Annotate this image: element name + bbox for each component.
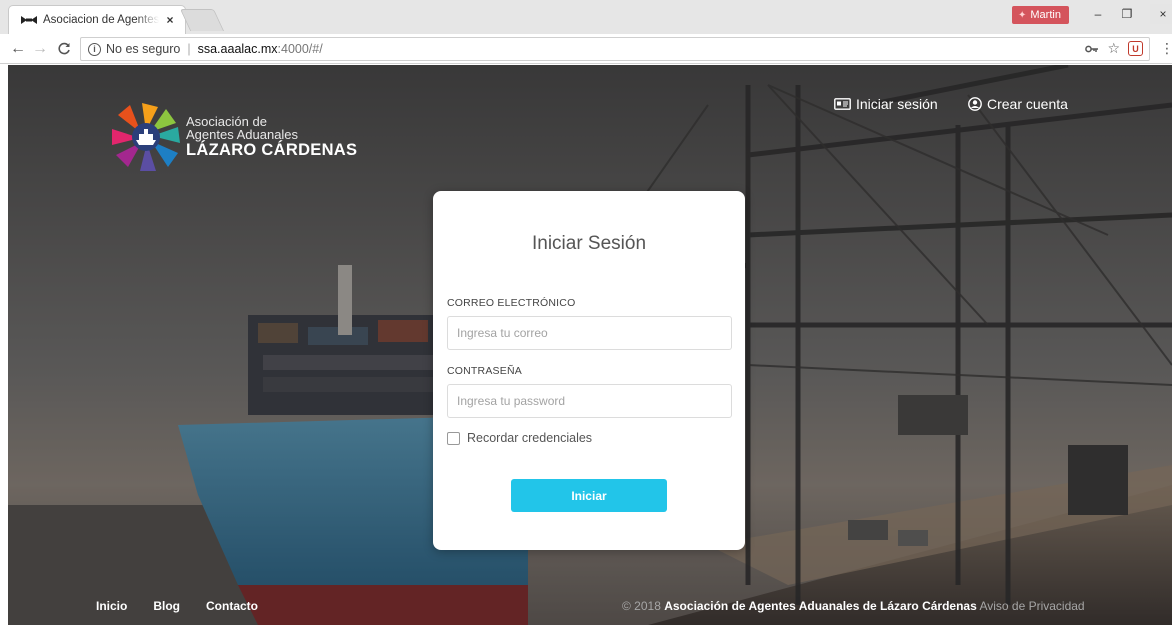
- back-button[interactable]: ←: [8, 39, 28, 59]
- login-title: Iniciar Sesión: [531, 233, 647, 254]
- logo-text: Asociación de Agentes Aduanales LÁZARO C…: [186, 115, 357, 160]
- login-submit-button[interactable]: Iniciar: [511, 479, 667, 512]
- profile-button[interactable]: ✦ Martin: [1012, 6, 1069, 24]
- omnibox-actions: ☆ U: [1085, 40, 1143, 57]
- bookmark-star-icon[interactable]: ☆: [1107, 40, 1120, 57]
- copyright-org: Asociación de Agentes Aduanales de Lázar…: [664, 599, 977, 613]
- tab-close-icon[interactable]: ×: [163, 13, 177, 27]
- remember-label[interactable]: Recordar credenciales: [467, 431, 592, 445]
- forward-button[interactable]: →: [30, 39, 50, 59]
- close-window-button[interactable]: ×: [1150, 4, 1172, 24]
- tab-title: Asociacion de Agentes Aduanales: [43, 14, 159, 26]
- reload-button[interactable]: [54, 39, 74, 59]
- restore-button[interactable]: ❐: [1114, 4, 1140, 24]
- copyright-year: © 2018: [622, 599, 665, 613]
- profile-icon: ✦: [1018, 9, 1027, 21]
- key-icon[interactable]: [1085, 41, 1099, 57]
- remember-credentials[interactable]: Recordar credenciales: [447, 431, 592, 445]
- logo-pinwheel-icon: [112, 103, 180, 171]
- nav-signup-link[interactable]: Crear cuenta: [968, 96, 1068, 112]
- password-input[interactable]: [447, 384, 732, 418]
- address-bar[interactable]: i No es seguro | ssa.aaalac.mx:4000/#/ ☆…: [80, 37, 1150, 61]
- footer-nav: Inicio Blog Contacto: [96, 599, 258, 613]
- site-logo[interactable]: Asociación de Agentes Aduanales LÁZARO C…: [110, 101, 357, 173]
- footer-link-inicio[interactable]: Inicio: [96, 599, 127, 613]
- browser-menu-icon[interactable]: ⋮: [1160, 40, 1172, 57]
- security-label[interactable]: No es seguro: [106, 42, 180, 56]
- login-card: Iniciar Sesión CORREO ELECTRÓNICO CONTRA…: [433, 191, 745, 550]
- id-card-icon: [834, 98, 851, 110]
- info-icon[interactable]: i: [88, 42, 101, 56]
- user-circle-icon: [968, 97, 982, 111]
- profile-name: Martin: [1030, 9, 1061, 21]
- browser-toolbar: ← → i No es seguro | ssa.aaalac.mx:4000/…: [0, 34, 1172, 64]
- nav-login-link[interactable]: Iniciar sesión: [834, 96, 938, 112]
- nav-signup-label: Crear cuenta: [987, 96, 1068, 112]
- browser-tab[interactable]: Asociacion de Agentes Aduanales ×: [8, 5, 186, 34]
- reload-icon: [58, 42, 70, 55]
- url-path[interactable]: :4000/#/: [278, 42, 323, 56]
- new-tab-button[interactable]: [179, 9, 225, 31]
- nav-login-label: Iniciar sesión: [856, 96, 938, 112]
- remember-checkbox[interactable]: [447, 431, 460, 445]
- minimize-button[interactable]: –: [1085, 4, 1111, 24]
- password-label: CONTRASEÑA: [447, 365, 522, 377]
- url-host[interactable]: ssa.aaalac.mx: [198, 42, 278, 56]
- email-input[interactable]: [447, 316, 732, 350]
- logo-line-3: LÁZARO CÁRDENAS: [186, 140, 358, 159]
- site-favicon-icon: [21, 15, 37, 25]
- url-separator: |: [187, 42, 191, 56]
- logo-line-2: Agentes Aduanales: [186, 127, 299, 143]
- footer-link-blog[interactable]: Blog: [153, 599, 180, 613]
- privacy-link[interactable]: Aviso de Privacidad: [977, 599, 1084, 613]
- logo-line-1: Asociación de: [186, 113, 267, 129]
- footer-copyright: © 2018 Asociación de Agentes Aduanales d…: [622, 599, 1085, 613]
- page-viewport: Asociación de Agentes Aduanales LÁZARO C…: [8, 65, 1172, 625]
- browser-titlebar: Asociacion de Agentes Aduanales × ✦ Mart…: [0, 0, 1172, 34]
- extension-icon[interactable]: U: [1128, 41, 1143, 56]
- footer-link-contacto[interactable]: Contacto: [206, 599, 258, 613]
- email-label: CORREO ELECTRÓNICO: [447, 297, 576, 309]
